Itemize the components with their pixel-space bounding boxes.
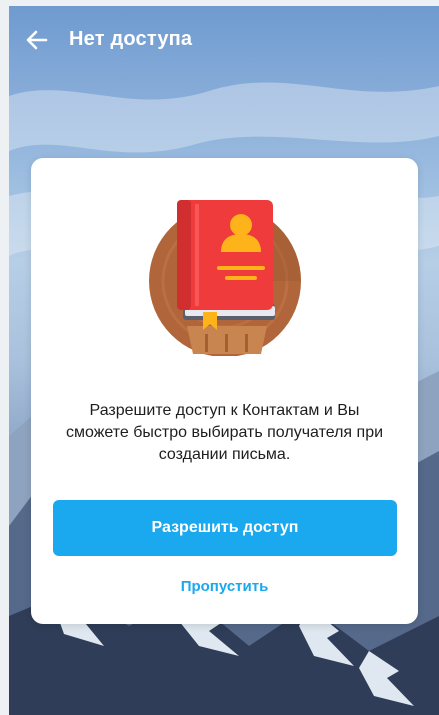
contacts-book-icon xyxy=(149,200,301,356)
permission-dialog: Разрешите доступ к Контактам и Вы сможет… xyxy=(31,158,418,624)
back-button[interactable] xyxy=(23,26,51,54)
arrow-left-icon xyxy=(26,30,48,50)
permission-message: Разрешите доступ к Контактам и Вы сможет… xyxy=(65,402,384,463)
app-bar: Нет доступа xyxy=(9,6,439,78)
page-title: Нет доступа xyxy=(69,28,193,50)
app-screen: Нет доступа Разрешите доступ к Контактам… xyxy=(9,6,439,715)
skip-button[interactable]: Пропустить xyxy=(31,578,418,595)
allow-access-button[interactable]: Разрешить доступ xyxy=(53,500,397,556)
